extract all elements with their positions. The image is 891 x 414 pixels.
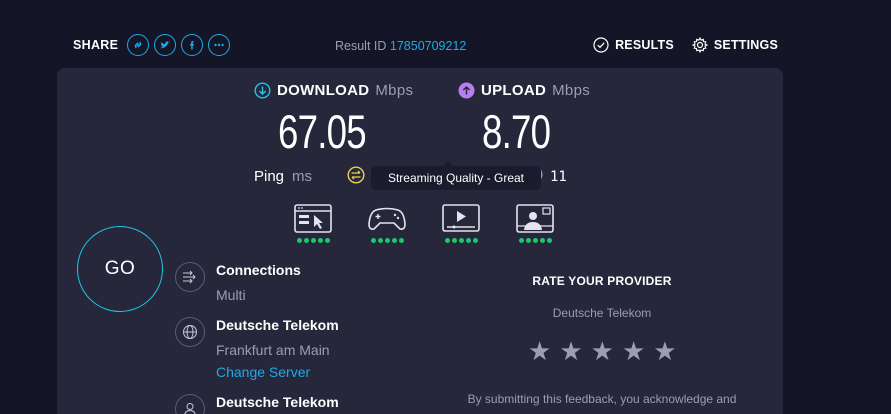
- gear-icon: [691, 37, 708, 53]
- top-links: RESULTS SETTINGS: [593, 37, 778, 53]
- result-id-link[interactable]: 17850709212: [390, 39, 466, 53]
- quality-row: [293, 204, 555, 243]
- star-icon[interactable]: ★: [528, 338, 551, 364]
- ping-label: Ping: [254, 168, 285, 185]
- gaming-rating: [370, 238, 404, 243]
- result-id: Result ID 17850709212: [335, 39, 466, 53]
- ping-unit: ms: [292, 168, 313, 185]
- change-server-link[interactable]: Change Server: [216, 364, 310, 380]
- quality-gaming[interactable]: [367, 204, 407, 243]
- share-bar: SHARE: [73, 34, 231, 56]
- go-button[interactable]: GO: [77, 226, 163, 312]
- results-link[interactable]: RESULTS: [593, 37, 674, 53]
- gaming-icon: [368, 207, 406, 230]
- upload-label: UPLOAD: [481, 82, 547, 99]
- quality-streaming[interactable]: [441, 204, 481, 243]
- star-icon[interactable]: ★: [653, 338, 676, 364]
- check-circle-icon: [593, 37, 609, 53]
- twitter-icon[interactable]: [154, 34, 177, 56]
- video-call-icon: [516, 204, 554, 233]
- facebook-icon[interactable]: [181, 34, 204, 56]
- download-header: DOWNLOAD Mbps: [254, 82, 413, 99]
- star-icon[interactable]: ★: [622, 338, 645, 364]
- rate-provider-name: Deutsche Telekom: [552, 306, 652, 320]
- jitter-icon: [347, 166, 365, 184]
- ping-upload-value: 11: [550, 169, 567, 185]
- quality-browsing[interactable]: [293, 204, 333, 243]
- feedback-text: By submitting this feedback, you acknowl…: [467, 392, 737, 406]
- share-label: SHARE: [73, 38, 119, 52]
- upload-value: 8.70: [482, 105, 551, 158]
- link-icon[interactable]: [127, 34, 150, 56]
- server-location: Frankfurt am Main: [216, 342, 330, 358]
- user-icon: [175, 394, 205, 414]
- server-title: Deutsche Telekom: [216, 317, 339, 333]
- rate-title: RATE YOUR PROVIDER: [532, 274, 672, 288]
- star-icon[interactable]: ★: [591, 338, 614, 364]
- download-label: DOWNLOAD: [277, 82, 370, 99]
- result-id-label: Result ID: [335, 39, 387, 53]
- quality-video-call[interactable]: [515, 204, 555, 243]
- connections-icon: [175, 262, 205, 292]
- isp-title: Deutsche Telekom: [216, 394, 339, 410]
- browsing-rating: [296, 238, 330, 243]
- globe-icon: [175, 317, 205, 347]
- upload-icon: [458, 82, 475, 99]
- upload-unit: Mbps: [552, 82, 591, 99]
- download-unit: Mbps: [375, 82, 414, 99]
- star-rating: ★ ★ ★ ★ ★: [528, 338, 677, 364]
- connections-title: Connections: [216, 262, 301, 278]
- browsing-icon: [294, 204, 332, 233]
- more-icon[interactable]: [208, 34, 231, 56]
- download-icon: [254, 82, 271, 99]
- download-value: 67.05: [278, 105, 367, 158]
- streaming-icon: [442, 204, 480, 232]
- streaming-rating: [444, 238, 478, 243]
- settings-link[interactable]: SETTINGS: [691, 37, 778, 53]
- star-icon[interactable]: ★: [559, 338, 582, 364]
- connections-value[interactable]: Multi: [216, 287, 246, 303]
- upload-header: UPLOAD Mbps: [458, 82, 590, 99]
- streaming-tooltip: Streaming Quality - Great: [371, 161, 541, 190]
- settings-label: SETTINGS: [713, 38, 778, 52]
- video-call-rating: [518, 238, 552, 243]
- results-label: RESULTS: [615, 38, 674, 52]
- top-bar: SHARE Result ID 17850709212 RESULTS SETT…: [0, 0, 891, 68]
- ping-row: Ping ms: [254, 168, 312, 185]
- speedtest-card: DOWNLOAD Mbps 67.05 UPLOAD Mbps 8.70 Pin…: [57, 68, 783, 414]
